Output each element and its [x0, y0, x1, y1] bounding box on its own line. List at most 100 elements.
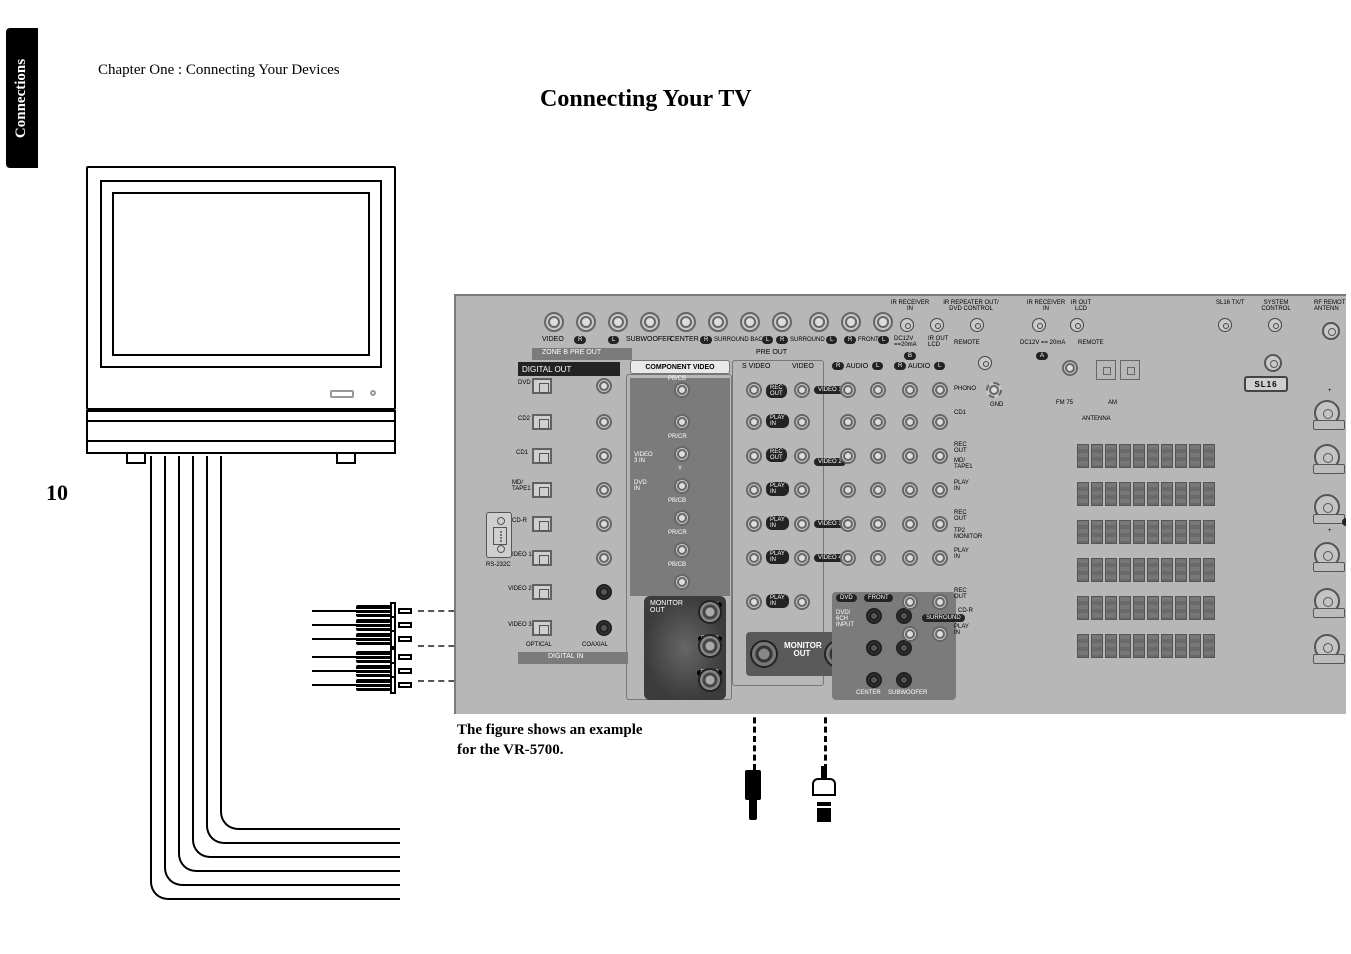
label-playin2: PLAY IN: [954, 548, 969, 560]
pill-play-in-1: PLAY IN: [766, 414, 789, 428]
tv-led: [370, 390, 376, 396]
label-front: FRONT: [858, 337, 879, 343]
label-video2d: VIDEO 2: [508, 586, 532, 592]
aud-r8-l: [932, 626, 948, 642]
badge-L: L: [608, 336, 619, 344]
badge-R2: R: [700, 336, 712, 344]
opt-cdr: [532, 516, 552, 532]
label-ir-repeater-out: IR REPEATER OUT/ DVD CONTROL: [936, 300, 1006, 312]
svideo-plug: [812, 766, 836, 822]
opt-cd1: [532, 448, 552, 464]
label-rs232c: RS-232C: [486, 562, 511, 568]
v-3: [794, 448, 810, 464]
opt-video2: [532, 584, 552, 600]
hdr-audio-2: AUDIO: [908, 363, 930, 370]
sv-2: [746, 414, 762, 430]
opt-out-dvd: [532, 378, 552, 394]
hdr-digital-out: DIGITAL OUT: [518, 362, 620, 376]
hdr-component-video: COMPONENT VIDEO: [630, 360, 730, 374]
pill-play-in-4: PLAY IN: [766, 550, 789, 564]
label-tp2monitor: TP2 MONITOR: [954, 528, 982, 540]
aud-l4-l: [870, 482, 886, 498]
spk-row-4: [1076, 558, 1236, 582]
label-mdtape1: MD/ TAPE1: [512, 480, 531, 492]
opt-video1: [532, 550, 552, 566]
label-cd1: CD1: [516, 450, 528, 456]
label-ir-receiver-in: IR RECEIVER IN: [886, 300, 934, 312]
jack-ir-out-lcd: [1070, 318, 1084, 332]
sv-6: [746, 550, 762, 566]
sv-5: [746, 516, 762, 532]
label-ir-out-lcd: IR OUT LCD: [1064, 300, 1098, 312]
badge-A2: A: [1342, 518, 1346, 526]
label-cd1b: CD1: [954, 410, 966, 416]
comp-dvd-y: [674, 478, 690, 494]
label-dc12v-20ma: DC12V == 20mA: [1020, 340, 1065, 346]
pill-play-in-3: PLAY IN: [766, 516, 789, 530]
cable-seg: [312, 684, 356, 686]
badge-R3: R: [776, 336, 788, 344]
pill-play-in-5: PLAY IN: [766, 594, 789, 608]
aud-r5-l: [932, 516, 948, 532]
aud-r1-l: [932, 382, 948, 398]
badge-L3: L: [826, 336, 837, 344]
jack-sl16-tx: [1218, 318, 1232, 332]
opt-video3: [532, 620, 552, 636]
label-video: VIDEO: [542, 336, 564, 343]
pill-play-in-2: PLAY IN: [766, 482, 789, 496]
label-recout2: REC OUT: [954, 510, 967, 522]
aud-l1-r: [840, 382, 856, 398]
bpost-2: [1314, 444, 1340, 470]
component-monitor-out: MONITOR OUT Y PB/CB PR/CR: [644, 596, 726, 700]
label-playin3: PLAY IN: [954, 624, 969, 636]
aud-r4-l: [932, 482, 948, 498]
jack-ir-recv-in-b: [1032, 318, 1046, 332]
aud-r3-l: [932, 448, 948, 464]
comp-dvd-pr: [674, 542, 690, 558]
jack-6ch-front-r: [866, 608, 882, 624]
badge-R4: R: [844, 336, 856, 344]
aud-r6-r: [902, 550, 918, 566]
label-surround: SURROUND: [790, 337, 825, 343]
label-dvdin: DVD IN: [634, 480, 647, 492]
aud-r7-l: [932, 594, 948, 610]
spk-row-6: [1076, 634, 1236, 658]
jack-ir-recv-in: [900, 318, 914, 332]
bpost-4: [1314, 542, 1340, 568]
label-y: Y: [678, 466, 682, 472]
label-comp-prcr1: PR/CR: [668, 434, 687, 440]
am-terminal-1: [1096, 360, 1116, 380]
label-digital-in: DIGITAL IN: [548, 653, 583, 660]
label-6ch-sub: SUBWOOFER: [888, 690, 927, 696]
coax-video1: [596, 550, 612, 566]
comp-dvd-pb: [674, 510, 690, 526]
hdr-audio: AUDIO: [846, 363, 868, 370]
coax-mdtape1: [596, 482, 612, 498]
label-video3in: VIDEO 3 IN: [634, 452, 653, 464]
pill-rec-out-1: REC OUT: [766, 384, 787, 398]
label-rf-remote-ant: RF REMOT ANTENN: [1314, 300, 1345, 312]
spk-row-1: [1076, 444, 1236, 468]
section-tab: Connections: [6, 28, 38, 168]
label-cd2: CD2: [518, 416, 530, 422]
jack-sv-monitor-out: [752, 642, 776, 666]
v-5: [794, 516, 810, 532]
aud-l6-l: [870, 550, 886, 566]
label-recout1: REC OUT: [954, 442, 967, 454]
cable-seg: [312, 624, 356, 626]
jack-6ch-sub: [896, 672, 912, 688]
jack-rf-remote-antenna: [1322, 322, 1340, 340]
label-preout: PRE OUT: [756, 349, 787, 356]
sv-4: [746, 482, 762, 498]
opt-cd2: [532, 414, 552, 430]
label-ir-receiver-in-2: IR RECEIVER IN: [1022, 300, 1070, 312]
aud-r1-r: [902, 382, 918, 398]
jack-6ch-center: [866, 672, 882, 688]
rs232-port: [486, 512, 512, 558]
jack-comp-mon-y: [700, 602, 720, 622]
label-dc12v: DC12V ==20mA: [894, 336, 917, 348]
aud-l2-l: [870, 414, 886, 430]
label-zoneb-preout: ZONE B PRE OUT: [542, 349, 601, 356]
jack-fm75: [1062, 360, 1078, 376]
label-irout-lcd2: IR OUT LCD: [928, 336, 948, 348]
